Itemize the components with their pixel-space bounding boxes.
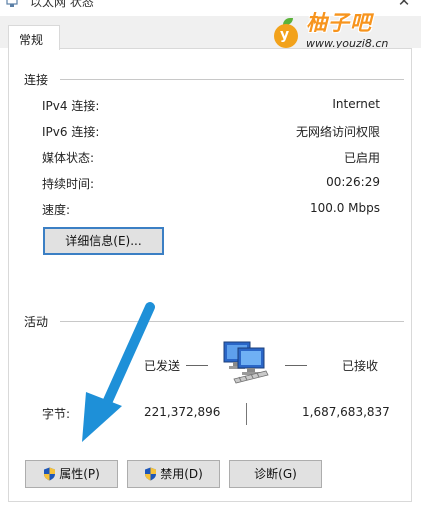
- connection-section-title: 连接: [24, 71, 55, 88]
- uac-shield-icon: [145, 467, 157, 481]
- bytes-label: 字节:: [42, 407, 71, 421]
- bytes-sent-value: 221,372,896: [144, 405, 221, 419]
- media-state-label: 媒体状态:: [42, 151, 95, 165]
- speed-value: 100.0 Mbps: [309, 201, 380, 215]
- disable-button[interactable]: 禁用(D): [127, 460, 220, 488]
- window-title: 以太网 状态: [30, 0, 94, 9]
- bytes-separator: [246, 403, 247, 425]
- diagnose-button-label: 诊断(G): [254, 467, 297, 481]
- media-state-value: 已启用: [343, 151, 380, 165]
- activity-section-title: 活动: [24, 313, 55, 330]
- duration-label: 持续时间:: [42, 177, 95, 191]
- speed-label: 速度:: [42, 203, 71, 217]
- details-button[interactable]: 详细信息(E)...: [43, 227, 164, 255]
- network-window-icon: [6, 0, 18, 7]
- tab-general-label: 常规: [19, 33, 44, 47]
- tab-general[interactable]: 常规: [8, 25, 60, 50]
- received-dash: [285, 365, 307, 366]
- general-panel: [8, 48, 412, 502]
- sent-label: 已发送: [144, 359, 181, 373]
- duration-value: 00:26:29: [326, 175, 380, 189]
- watermark: y 柚子吧 www.youzi8.cn: [270, 4, 416, 54]
- activity-divider: [60, 321, 404, 322]
- bytes-received-value: 1,687,683,837: [302, 405, 390, 419]
- sent-dash: [186, 365, 208, 366]
- ipv6-label: IPv6 连接:: [42, 125, 100, 139]
- watermark-name: 柚子吧: [306, 11, 372, 35]
- ipv6-value: 无网络访问权限: [295, 125, 380, 139]
- network-computer-icon: [223, 341, 269, 384]
- youzi-logo-icon: y: [274, 24, 298, 48]
- properties-button-label: 属性(P): [59, 467, 100, 481]
- disable-button-label: 禁用(D): [160, 467, 203, 481]
- diagnose-button[interactable]: 诊断(G): [229, 460, 322, 488]
- ipv4-label: IPv4 连接:: [42, 99, 100, 113]
- logo-letter: y: [280, 27, 290, 43]
- received-label: 已接收: [342, 359, 379, 373]
- ipv4-value: Internet: [332, 97, 380, 111]
- details-button-label: 详细信息(E)...: [65, 234, 142, 248]
- uac-shield-icon: [44, 467, 56, 481]
- properties-button[interactable]: 属性(P): [25, 460, 118, 488]
- connection-divider: [60, 79, 404, 80]
